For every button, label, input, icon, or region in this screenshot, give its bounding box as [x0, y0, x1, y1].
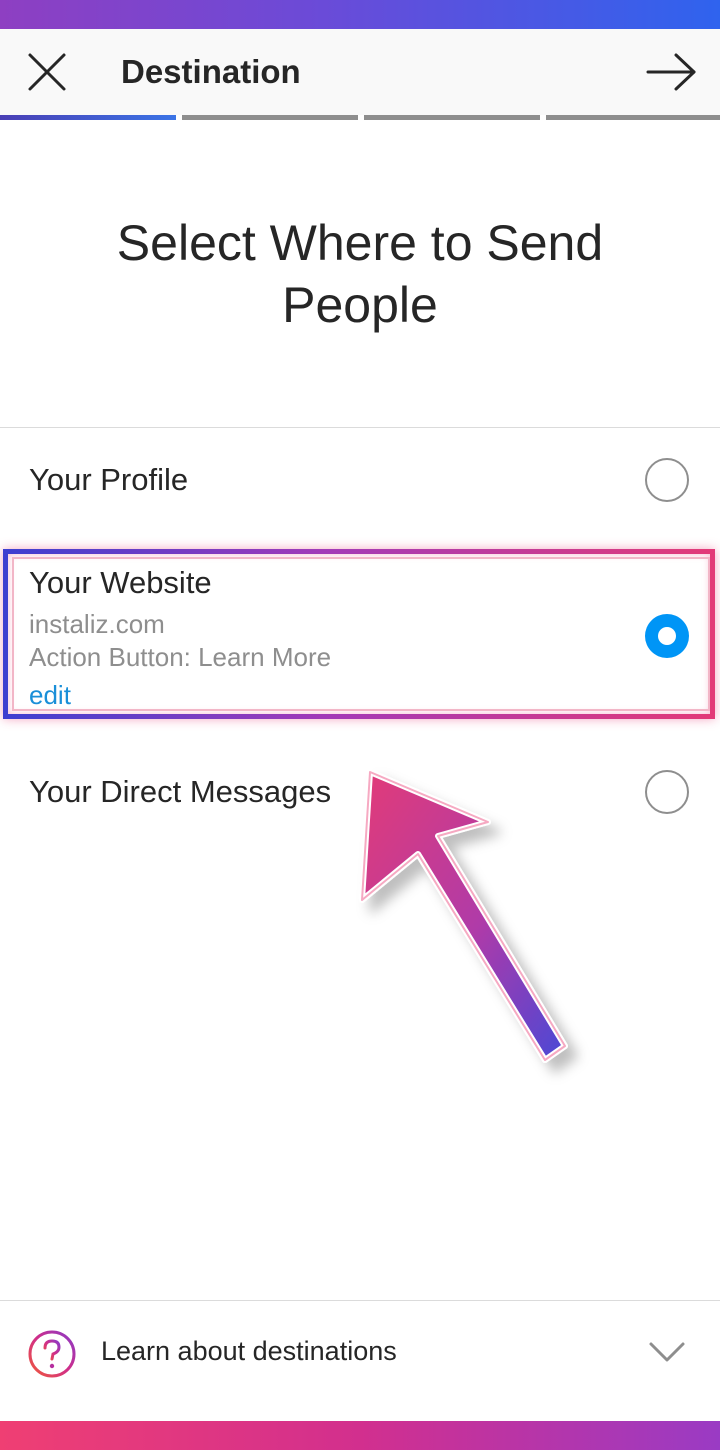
bottom-gradient-bar [0, 1421, 720, 1450]
question-circle-icon [28, 1330, 76, 1378]
annotation-arrow-icon [359, 769, 568, 1063]
progress-segment [364, 115, 540, 120]
radio-your-direct-messages[interactable] [645, 770, 689, 814]
edit-link[interactable]: edit [29, 680, 71, 711]
top-gradient-bar [0, 0, 720, 29]
progress-segment [182, 115, 358, 120]
close-icon [28, 53, 66, 91]
section-heading: Select Where to Send People [116, 215, 604, 333]
radio-your-website[interactable] [645, 614, 689, 658]
chevron-down-icon[interactable] [648, 1338, 686, 1366]
progress-segment [546, 115, 720, 120]
step-progress [0, 115, 720, 121]
website-url: instaliz.com [29, 609, 165, 639]
divider [0, 427, 720, 428]
radio-your-profile[interactable] [645, 458, 689, 502]
option-label: Your Website [29, 565, 212, 600]
arrow-right-icon [646, 53, 696, 91]
action-button-text: Action Button: Learn More [29, 642, 332, 672]
close-button[interactable] [24, 49, 70, 95]
learn-about-destinations-label[interactable]: Learn about destinations [101, 1336, 397, 1367]
option-label: Your Profile [29, 462, 189, 497]
header-bar: Destination [0, 29, 720, 115]
option-label: Your Direct Messages [29, 774, 332, 809]
progress-segment-active [0, 115, 176, 120]
next-button[interactable] [644, 49, 700, 95]
learn-about-destinations-row[interactable]: Learn about destinations [0, 1300, 720, 1412]
page-title: Destination [121, 53, 301, 90]
